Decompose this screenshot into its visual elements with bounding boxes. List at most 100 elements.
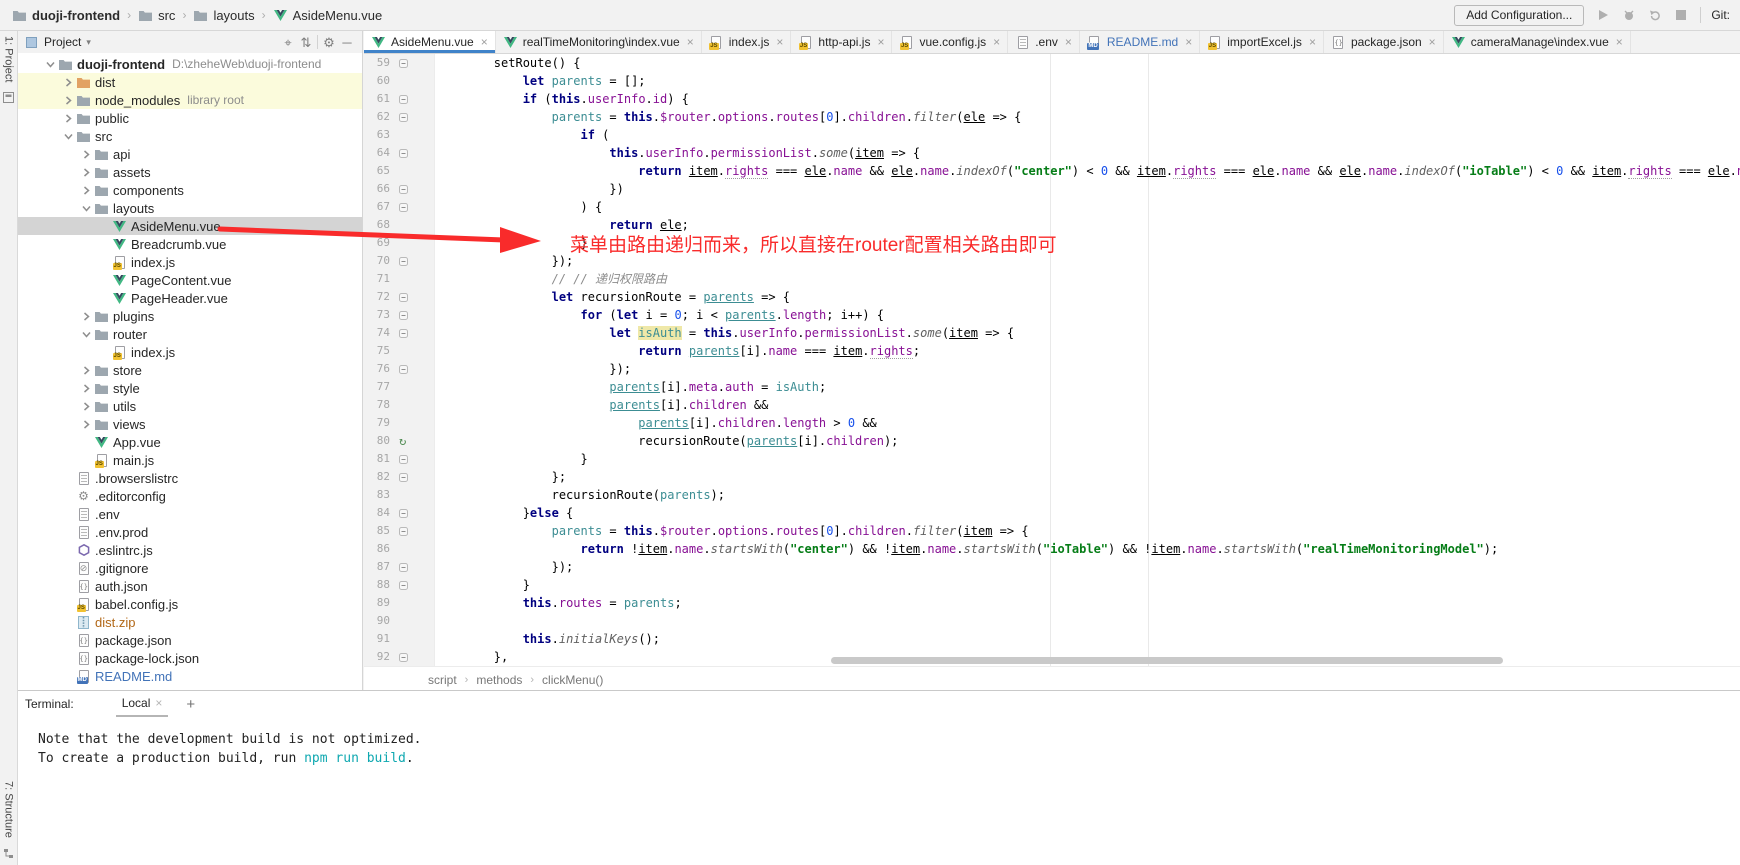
- tree-item-gitignore[interactable]: ⊘.gitignore: [18, 559, 362, 577]
- fold-marker[interactable]: [392, 257, 436, 266]
- tree-item-eslintrc-js[interactable]: .eslintrc.js: [18, 541, 362, 559]
- chevron-right-icon[interactable]: [60, 114, 76, 123]
- fold-marker[interactable]: [392, 581, 436, 590]
- tree-item-index-js[interactable]: JSindex.js: [18, 343, 362, 361]
- editor-tab-readme-md[interactable]: MDREADME.md×: [1080, 31, 1200, 53]
- fold-marker[interactable]: [392, 95, 436, 104]
- editor-tab-vue-config-js[interactable]: JSvue.config.js×: [892, 31, 1008, 53]
- tree-item-components[interactable]: components: [18, 181, 362, 199]
- tree-item-public[interactable]: public: [18, 109, 362, 127]
- chevron-right-icon[interactable]: [78, 150, 94, 159]
- tree-item-babel-config-js[interactable]: JSbabel.config.js: [18, 595, 362, 613]
- fold-marker[interactable]: [392, 563, 436, 572]
- chevron-down-icon[interactable]: [78, 205, 94, 212]
- tree-item-api[interactable]: api: [18, 145, 362, 163]
- chevron-right-icon[interactable]: [78, 186, 94, 195]
- debug-button[interactable]: [1620, 6, 1638, 24]
- tree-item-env[interactable]: .env: [18, 505, 362, 523]
- tree-item-readme-md[interactable]: MDREADME.md: [18, 667, 362, 685]
- tree-item-style[interactable]: style: [18, 379, 362, 397]
- editor-breadcrumb-methods[interactable]: methods: [474, 673, 524, 687]
- fold-marker[interactable]: [392, 527, 436, 536]
- fold-marker[interactable]: [392, 203, 436, 212]
- collapse-all-button[interactable]: ⇅: [297, 33, 315, 51]
- tree-item-package-json[interactable]: {}package.json: [18, 631, 362, 649]
- editor-tab-package-json[interactable]: {}package.json×: [1324, 31, 1444, 53]
- hide-panel-button[interactable]: ─: [338, 33, 356, 51]
- structure-icon[interactable]: [1, 846, 16, 860]
- bookmark-icon[interactable]: [1, 90, 16, 104]
- chevron-right-icon[interactable]: [60, 96, 76, 105]
- fold-marker[interactable]: [392, 653, 436, 662]
- tree-item-package-lock-json[interactable]: {}package-lock.json: [18, 649, 362, 667]
- close-tab-icon[interactable]: ×: [1185, 35, 1192, 49]
- tree-item-layouts[interactable]: layouts: [18, 199, 362, 217]
- terminal-tab-local[interactable]: Local ×: [116, 691, 169, 717]
- panel-settings-button[interactable]: ⚙: [320, 33, 338, 51]
- chevron-right-icon[interactable]: [78, 168, 94, 177]
- editor-tab-cameramanage-index-vue[interactable]: cameraManage\index.vue×: [1444, 31, 1631, 53]
- chevron-right-icon[interactable]: [78, 366, 94, 375]
- close-tab-icon[interactable]: ×: [1429, 35, 1436, 49]
- tree-item-node-modules[interactable]: node_moduleslibrary root: [18, 91, 362, 109]
- tree-item-breadcrumb-vue[interactable]: Breadcrumb.vue: [18, 235, 362, 253]
- tree-item-utils[interactable]: utils: [18, 397, 362, 415]
- chevron-right-icon[interactable]: [78, 384, 94, 393]
- editor-tab-realtimemonitoring-index-vue[interactable]: realTimeMonitoring\index.vue×: [496, 31, 702, 53]
- chevron-right-icon[interactable]: [60, 78, 76, 87]
- chevron-down-icon[interactable]: [42, 61, 58, 68]
- tree-item-duoji-frontend[interactable]: duoji-frontendD:\zheheWeb\duoji-frontend: [18, 55, 362, 73]
- fold-marker[interactable]: [392, 311, 436, 320]
- new-terminal-session-button[interactable]: +: [186, 696, 195, 713]
- close-tab-icon[interactable]: ×: [877, 35, 884, 49]
- close-tab-icon[interactable]: ×: [993, 35, 1000, 49]
- tree-item-auth-json[interactable]: {}auth.json: [18, 577, 362, 595]
- fold-marker[interactable]: [392, 509, 436, 518]
- chevron-right-icon[interactable]: [78, 420, 94, 429]
- close-tab-icon[interactable]: ×: [776, 35, 783, 49]
- tree-item-pageheader-vue[interactable]: PageHeader.vue: [18, 289, 362, 307]
- breadcrumb-item-layouts[interactable]: layouts: [191, 8, 256, 23]
- tree-item-index-js[interactable]: JSindex.js: [18, 253, 362, 271]
- tree-item-pagecontent-vue[interactable]: PageContent.vue: [18, 271, 362, 289]
- fold-marker[interactable]: [392, 149, 436, 158]
- editor-breadcrumb-clickmenu[interactable]: clickMenu(): [540, 673, 605, 687]
- git-label[interactable]: Git:: [1711, 8, 1732, 22]
- tree-item-router[interactable]: router: [18, 325, 362, 343]
- editor-tab-importexcel-js[interactable]: JSimportExcel.js×: [1200, 31, 1324, 53]
- locate-file-button[interactable]: ⌖: [279, 33, 297, 51]
- tree-item-dist[interactable]: dist: [18, 73, 362, 91]
- editor-tab-env[interactable]: .env×: [1008, 31, 1080, 53]
- close-terminal-tab-icon[interactable]: ×: [155, 696, 162, 710]
- code-editor[interactable]: 59 setRoute() {60 let parents = [];61 if…: [364, 54, 1740, 666]
- chevron-right-icon[interactable]: [78, 312, 94, 321]
- horizontal-scrollbar[interactable]: [831, 657, 1503, 664]
- tree-item-env-prod[interactable]: .env.prod: [18, 523, 362, 541]
- fold-marker[interactable]: [392, 365, 436, 374]
- add-configuration-button[interactable]: Add Configuration...: [1454, 5, 1584, 26]
- breadcrumb-item-src[interactable]: src: [136, 8, 177, 23]
- tree-item-dist-zip[interactable]: dist.zip: [18, 613, 362, 631]
- tree-item-browserslistrc[interactable]: .browserslistrc: [18, 469, 362, 487]
- tree-item-assets[interactable]: assets: [18, 163, 362, 181]
- close-tab-icon[interactable]: ×: [1309, 35, 1316, 49]
- chevron-right-icon[interactable]: [78, 402, 94, 411]
- fold-marker[interactable]: [392, 185, 436, 194]
- chevron-down-icon[interactable]: [60, 133, 76, 140]
- stripe-structure-button[interactable]: 7: Structure: [3, 781, 15, 838]
- project-view-selector[interactable]: Project ▾: [24, 35, 91, 49]
- tree-item-app-vue[interactable]: App.vue: [18, 433, 362, 451]
- project-tree[interactable]: duoji-frontendD:\zheheWeb\duoji-frontend…: [18, 53, 362, 690]
- editor-tab-asidemenu-vue[interactable]: AsideMenu.vue×: [364, 31, 496, 53]
- tree-item-src[interactable]: src: [18, 127, 362, 145]
- tree-item-views[interactable]: views: [18, 415, 362, 433]
- chevron-down-icon[interactable]: [78, 331, 94, 338]
- close-tab-icon[interactable]: ×: [481, 35, 488, 49]
- close-tab-icon[interactable]: ×: [1065, 35, 1072, 49]
- fold-marker[interactable]: [392, 455, 436, 464]
- fold-marker[interactable]: [392, 473, 436, 482]
- editor-tab-http-api-js[interactable]: JShttp-api.js×: [791, 31, 892, 53]
- tree-item-plugins[interactable]: plugins: [18, 307, 362, 325]
- run-button[interactable]: [1594, 6, 1612, 24]
- tree-item-editorconfig[interactable]: ⚙.editorconfig: [18, 487, 362, 505]
